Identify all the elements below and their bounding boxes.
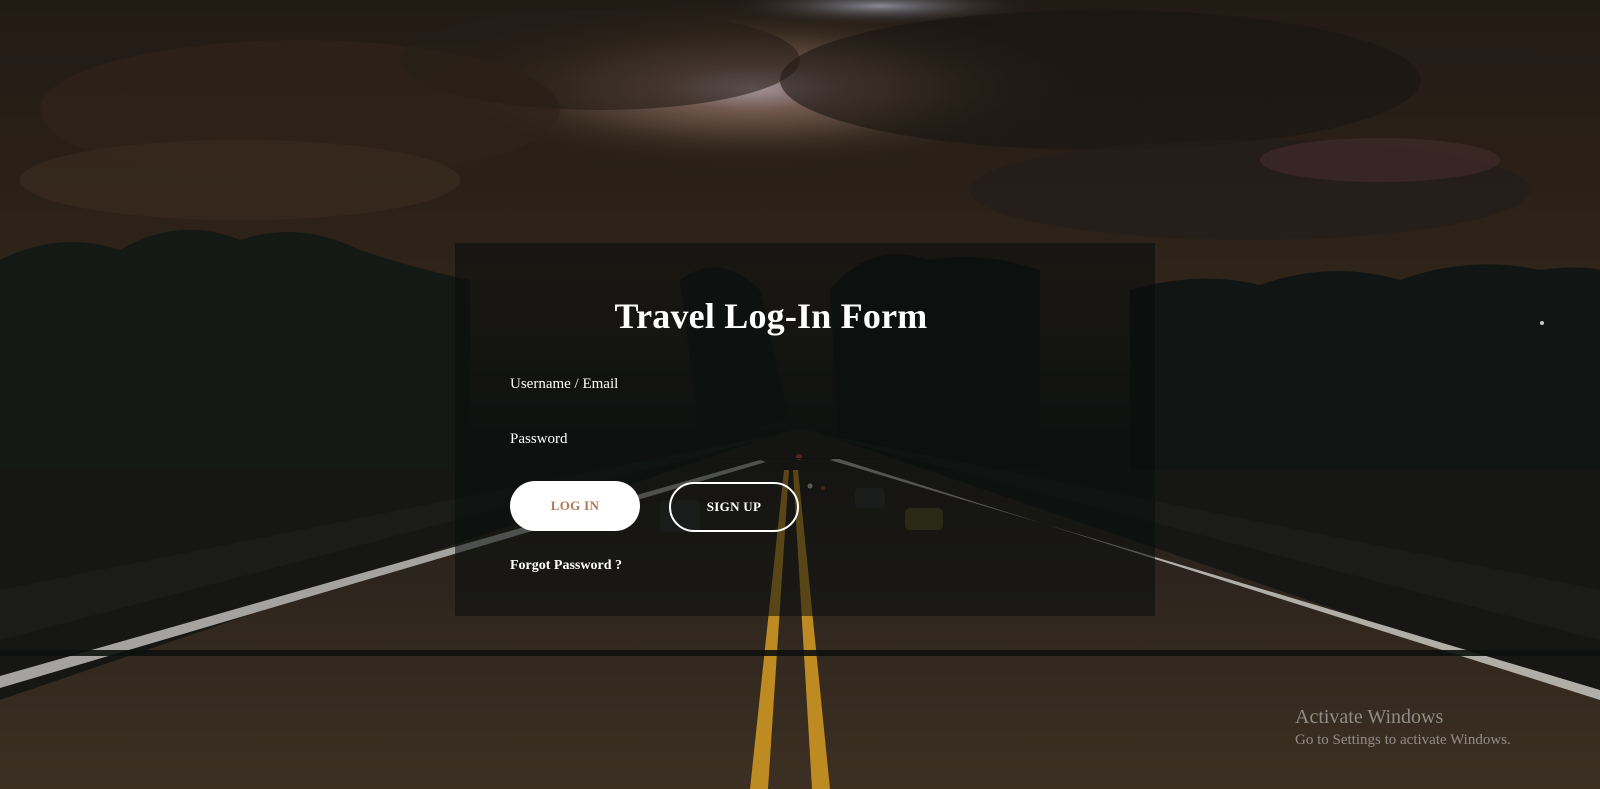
login-button[interactable]: LOG IN (510, 481, 640, 531)
login-panel: Travel Log-In Form LOG IN SIGN UP Forgot… (455, 243, 1155, 616)
signup-button[interactable]: SIGN UP (669, 482, 799, 532)
watermark-title: Activate Windows (1295, 706, 1444, 728)
password-field (510, 420, 1075, 459)
forgot-password-link[interactable]: Forgot Password ? (510, 558, 622, 574)
form-title: Travel Log-In Form (614, 296, 928, 336)
username-field (510, 365, 1075, 404)
username-input[interactable] (510, 365, 1075, 403)
password-input[interactable] (510, 420, 1075, 458)
activate-windows-watermark: Activate Windows Go to Settings to activ… (1295, 706, 1511, 750)
watermark-subtitle: Go to Settings to activate Windows. (1295, 732, 1511, 748)
login-page: Travel Log-In Form LOG IN SIGN UP Forgot… (0, 0, 1600, 789)
